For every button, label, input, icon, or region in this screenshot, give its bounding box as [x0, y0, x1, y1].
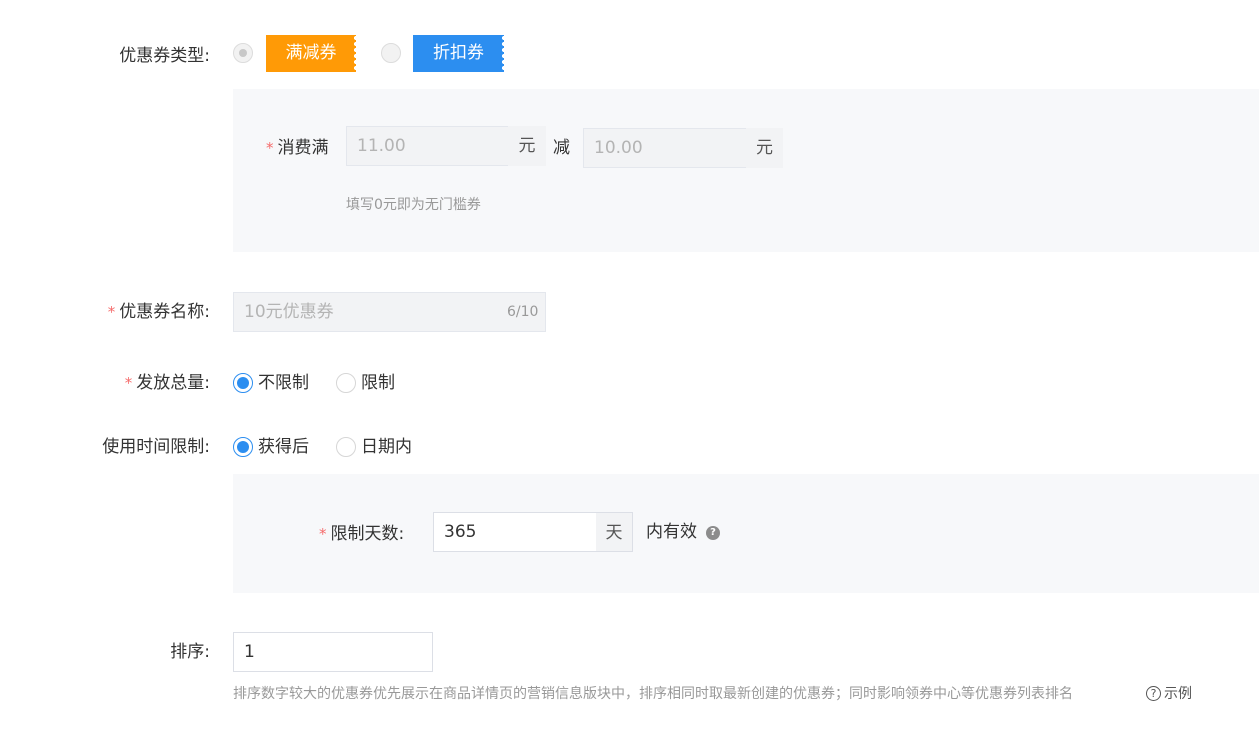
- required-asterisk: *: [266, 139, 274, 157]
- coupon-type-radio-discount[interactable]: [381, 43, 401, 63]
- ticket-notch-icon: [501, 35, 507, 72]
- threshold-panel: [233, 89, 1259, 252]
- coupon-name-input[interactable]: 10元优惠券: [233, 292, 546, 332]
- spend-threshold-unit: 元: [508, 126, 546, 166]
- limit-days-label: * 限制天数:: [319, 524, 405, 544]
- total-issue-radio-unlimited[interactable]: [233, 373, 253, 393]
- sort-label: 排序:: [170, 642, 210, 662]
- help-icon[interactable]: ?: [706, 526, 720, 540]
- spend-threshold-input[interactable]: 11.00: [346, 126, 509, 166]
- valid-suffix: 内有效: [646, 522, 697, 542]
- coupon-tag-full-reduction-label: 满减券: [285, 43, 337, 63]
- example-link[interactable]: 示例: [1164, 685, 1192, 703]
- discount-amount-unit: 元: [746, 128, 783, 168]
- time-limit-option-date-range[interactable]: 日期内: [361, 437, 412, 457]
- sort-hint: 排序数字较大的优惠券优先展示在商品详情页的营销信息版块中，排序相同时取最新创建的…: [233, 686, 1073, 702]
- limit-days-input[interactable]: 365: [433, 512, 597, 552]
- total-issue-label: * 发放总量:: [124, 373, 210, 393]
- coupon-name-counter: 6/10: [507, 304, 539, 320]
- ticket-notch-icon: [353, 35, 359, 72]
- coupon-tag-discount-label: 折扣券: [433, 43, 484, 63]
- coupon-name-label: * 优惠券名称:: [107, 302, 210, 322]
- time-limit-radio-after-obtained[interactable]: [233, 437, 253, 457]
- coupon-tag-full-reduction[interactable]: 满减券: [266, 35, 359, 72]
- sort-input[interactable]: 1: [233, 632, 433, 672]
- coupon-tag-discount[interactable]: 折扣券: [413, 35, 507, 72]
- required-asterisk: *: [124, 374, 133, 392]
- discount-amount-input[interactable]: 10.00: [583, 128, 747, 168]
- spend-threshold-label: * 消费满: [266, 138, 329, 158]
- total-issue-radio-limited[interactable]: [336, 373, 356, 393]
- time-limit-label: 使用时间限制:: [102, 437, 210, 457]
- coupon-type-radio-full-reduction[interactable]: [233, 43, 253, 63]
- required-asterisk: *: [107, 303, 116, 321]
- question-circle-icon[interactable]: ?: [1146, 686, 1161, 701]
- total-issue-option-limited[interactable]: 限制: [361, 373, 395, 393]
- time-limit-option-after-obtained[interactable]: 获得后: [258, 437, 309, 457]
- threshold-hint: 填写0元即为无门槛券: [346, 197, 481, 213]
- total-issue-option-unlimited[interactable]: 不限制: [258, 373, 309, 393]
- minus-label: 减: [553, 138, 570, 158]
- coupon-type-label: 优惠券类型:: [119, 46, 210, 66]
- time-limit-radio-date-range[interactable]: [336, 437, 356, 457]
- limit-days-unit: 天: [596, 512, 633, 552]
- required-asterisk: *: [319, 525, 327, 543]
